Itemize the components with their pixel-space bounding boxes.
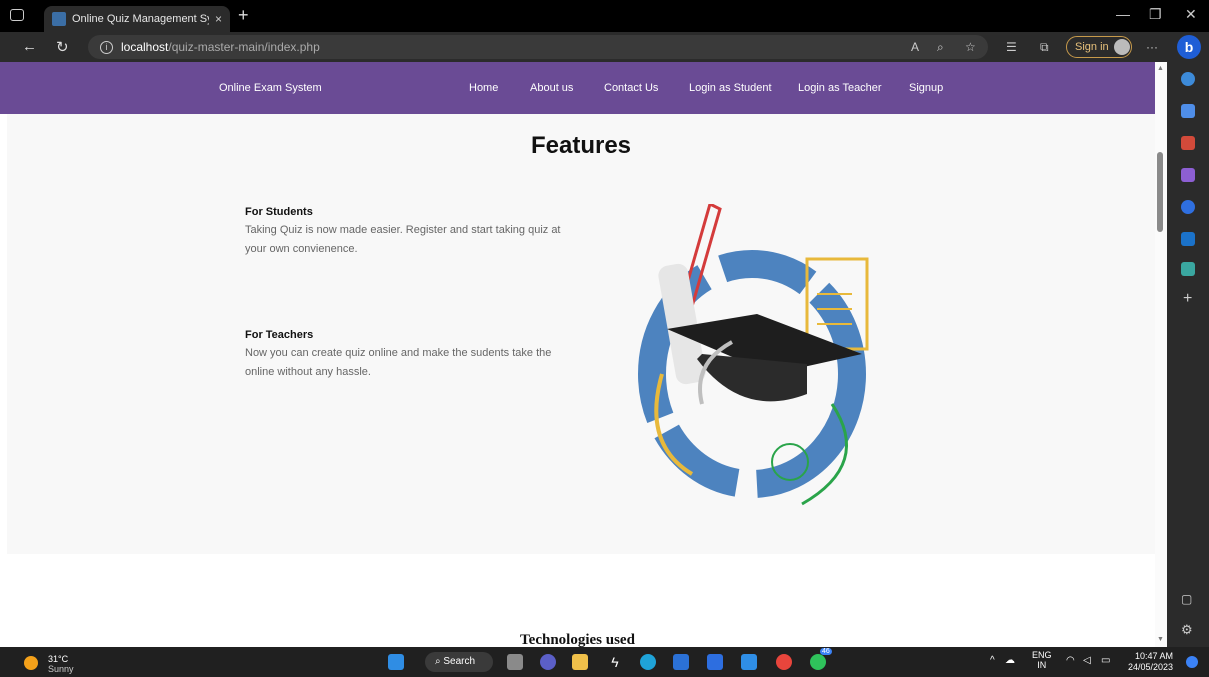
wifi-icon[interactable]: ◠ [1066, 655, 1075, 666]
clock-time: 10:47 AM [1135, 651, 1174, 661]
scroll-up-icon[interactable]: ▲ [1157, 65, 1164, 72]
windows-taskbar: 31°C Sunny ⌕ Search ϟ 46 ^ ☁ ENG IN ◠ ◁ … [0, 647, 1209, 677]
clock[interactable]: 10:47 AM 24/05/2023 [1128, 651, 1173, 673]
nav-login-teacher[interactable]: Login as Teacher [798, 82, 882, 94]
nav-home[interactable]: Home [469, 82, 498, 94]
chrome-icon[interactable] [776, 654, 792, 670]
add-sidebar-app-icon[interactable]: + [1183, 290, 1192, 308]
tray-overflow-icon[interactable]: ^ [990, 655, 995, 666]
shopping-icon[interactable] [1181, 104, 1195, 118]
site-info-icon[interactable]: i [100, 40, 113, 54]
games-icon[interactable] [1181, 168, 1195, 182]
battery-icon[interactable]: ▭ [1101, 655, 1110, 666]
sign-in-label: Sign in [1075, 41, 1109, 53]
nav-signup[interactable]: Signup [909, 82, 943, 94]
app-icon[interactable]: ϟ [607, 654, 623, 670]
taskbar-search[interactable]: ⌕ Search [425, 652, 493, 672]
search-icon[interactable] [1181, 72, 1195, 86]
tools-icon[interactable] [1181, 136, 1195, 150]
zoom-icon[interactable]: ⌕ [937, 40, 944, 55]
region-code: IN [1037, 660, 1047, 670]
notification-icon[interactable] [1186, 656, 1198, 668]
weather-sun-icon[interactable] [24, 656, 38, 670]
dropbox-icon[interactable] [707, 654, 723, 670]
address-bar[interactable]: i localhost/quiz-master-main/index.php [88, 35, 988, 59]
features-section: Features For Students Taking Quiz is now… [7, 114, 1155, 554]
taskbar-search-label: Search [443, 656, 476, 667]
page-scrollbar[interactable]: ▲ ▼ [1155, 62, 1167, 647]
site-navbar: Online Exam System Home About us Contact… [0, 62, 1155, 114]
tab-title: Online Quiz Management System [72, 13, 209, 25]
language-indicator[interactable]: ENG IN [1032, 650, 1052, 670]
new-tab-button[interactable]: + [238, 5, 249, 26]
nav-about[interactable]: About us [530, 82, 573, 94]
close-window-icon[interactable]: ✕ [1185, 6, 1197, 23]
students-title: For Students [245, 206, 313, 218]
file-explorer-icon[interactable] [572, 654, 588, 670]
edge-sidebar: + ▢ ⚙ [1167, 62, 1209, 647]
task-view-icon[interactable] [507, 654, 523, 670]
sign-in-button[interactable]: Sign in [1066, 36, 1132, 58]
collections-icon[interactable]: ⧉ [1040, 40, 1049, 55]
teams-icon[interactable] [540, 654, 556, 670]
back-icon[interactable]: ← [22, 38, 37, 55]
minimize-icon[interactable]: — [1116, 6, 1130, 22]
weather-temp: 31°C [48, 654, 69, 664]
outlook-icon[interactable] [1181, 232, 1195, 246]
avatar-icon [1113, 39, 1130, 55]
graduation-illustration [638, 204, 869, 506]
favicon-icon [52, 12, 66, 26]
web-page: Online Exam System Home About us Contact… [0, 62, 1155, 647]
restore-icon[interactable]: ❐ [1149, 6, 1162, 23]
url-path: /quiz-master-main/index.php [168, 40, 320, 54]
read-aloud-icon[interactable]: A [911, 40, 919, 54]
clock-date: 24/05/2023 [1128, 662, 1174, 672]
url-text[interactable]: localhost/quiz-master-main/index.php [121, 40, 320, 54]
favorites-icon[interactable]: ☰ [1006, 40, 1017, 54]
microsoft365-icon[interactable] [1181, 200, 1195, 214]
language-code: ENG [1032, 650, 1052, 660]
favorites-add-icon[interactable]: ☆ [965, 40, 976, 54]
students-text: Taking Quiz is now made easier. Register… [245, 224, 561, 255]
start-icon[interactable] [388, 654, 404, 670]
volume-icon[interactable]: ◁ [1083, 655, 1091, 666]
notification-badge: 46 [820, 648, 832, 655]
scrollbar-thumb[interactable] [1157, 152, 1163, 232]
refresh-icon[interactable]: ↻ [56, 38, 69, 56]
close-tab-icon[interactable]: × [215, 12, 222, 26]
browser-tab[interactable]: Online Quiz Management System × [44, 6, 230, 32]
edge-icon[interactable] [640, 654, 656, 670]
technologies-heading: Technologies used [520, 632, 635, 647]
more-menu-icon[interactable]: ··· [1146, 40, 1158, 54]
weather-condition: Sunny [48, 664, 74, 674]
scroll-down-icon[interactable]: ▼ [1157, 636, 1164, 643]
drop-icon[interactable] [1181, 262, 1195, 276]
features-heading: Features [530, 132, 632, 159]
hide-sidebar-icon[interactable]: ▢ [1181, 592, 1192, 606]
site-brand[interactable]: Online Exam System [219, 82, 322, 94]
store-icon[interactable] [673, 654, 689, 670]
onedrive-icon[interactable]: ☁ [1005, 655, 1015, 666]
url-host: localhost [121, 40, 169, 54]
vscode-icon[interactable] [741, 654, 757, 670]
settings-icon[interactable]: ⚙ [1181, 622, 1193, 638]
weather-widget[interactable]: 31°C Sunny [48, 654, 74, 674]
teachers-title: For Teachers [245, 329, 314, 341]
address-toolbar: ← ↻ i localhost/quiz-master-main/index.p… [0, 32, 1209, 62]
nav-contact[interactable]: Contact Us [604, 82, 658, 94]
tab-actions-icon[interactable] [10, 9, 24, 21]
nav-login-student[interactable]: Login as Student [689, 82, 772, 94]
bing-copilot-icon[interactable]: b [1177, 35, 1201, 59]
browser-tab-bar: Online Quiz Management System × + — ❐ ✕ [0, 0, 1209, 32]
whatsapp-icon[interactable]: 46 [810, 648, 832, 670]
teachers-text: Now you can create quiz online and make … [245, 347, 552, 378]
